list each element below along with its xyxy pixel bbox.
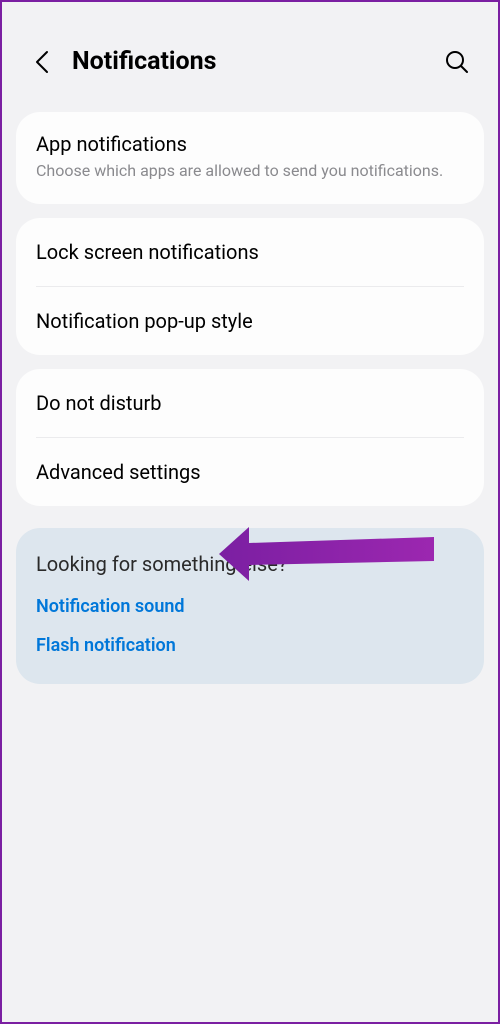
link-flash-notification[interactable]: Flash notification	[36, 635, 464, 656]
looking-for-title: Looking for something else?	[36, 552, 464, 576]
item-title: Advanced settings	[36, 460, 464, 484]
header: Notifications	[2, 2, 498, 98]
item-lock-screen-notifications[interactable]: Lock screen notifications	[16, 218, 484, 286]
item-notification-popup-style[interactable]: Notification pop-up style	[16, 287, 484, 355]
page-title: Notifications	[72, 47, 444, 76]
item-advanced-settings[interactable]: Advanced settings	[16, 438, 484, 506]
item-do-not-disturb[interactable]: Do not disturb	[16, 369, 484, 437]
item-title: App notifications	[36, 132, 464, 156]
back-icon[interactable]	[30, 50, 54, 74]
card-dnd-advanced: Do not disturb Advanced settings	[16, 369, 484, 506]
item-title: Notification pop-up style	[36, 309, 464, 333]
looking-for-card: Looking for something else? Notification…	[16, 528, 484, 684]
item-title: Do not disturb	[36, 391, 464, 415]
item-title: Lock screen notifications	[36, 240, 464, 264]
card-app-notifications: App notifications Choose which apps are …	[16, 112, 484, 204]
item-subtitle: Choose which apps are allowed to send yo…	[36, 160, 464, 182]
link-notification-sound[interactable]: Notification sound	[36, 596, 464, 617]
search-icon[interactable]	[444, 49, 470, 75]
item-app-notifications[interactable]: App notifications Choose which apps are …	[16, 112, 484, 204]
card-lockscreen-popup: Lock screen notifications Notification p…	[16, 218, 484, 355]
